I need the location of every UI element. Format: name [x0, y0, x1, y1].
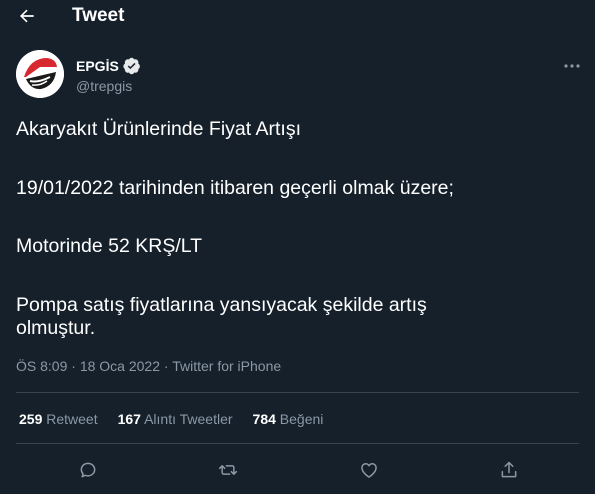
reply-icon — [80, 462, 96, 478]
quotes-count: 167 — [117, 411, 141, 427]
arrow-left-icon — [20, 9, 34, 23]
reply-button[interactable] — [73, 455, 103, 485]
retweets-stat[interactable]: 259 Retweet — [19, 411, 98, 427]
like-button[interactable] — [354, 455, 384, 485]
avatar[interactable] — [16, 50, 64, 98]
tweet-time[interactable]: ÖS 8:09 — [16, 358, 67, 374]
more-options-button[interactable] — [558, 56, 586, 76]
tweet-line: Pompa satış fiyatlarına yansıyacak şekil… — [16, 293, 427, 316]
divider — [16, 392, 579, 393]
divider — [16, 443, 579, 444]
share-button[interactable] — [494, 455, 524, 485]
tweet-line: Akaryakıt Ürünlerinde Fiyat Artışı — [16, 118, 302, 140]
tweet-actions — [0, 455, 595, 485]
user-handle[interactable]: @trepgis — [76, 78, 132, 94]
tweet-line: olmuştur. — [16, 317, 96, 339]
retweet-button[interactable] — [213, 455, 243, 485]
likes-label: Beğeni — [279, 411, 324, 427]
likes-stat[interactable]: 784 Beğeni — [253, 411, 324, 427]
display-name-row[interactable]: EPGİS — [76, 57, 141, 75]
verified-badge-icon — [123, 57, 140, 75]
like-icon — [361, 463, 377, 478]
likes-count: 784 — [252, 411, 276, 427]
retweets-count: 259 — [19, 411, 43, 427]
tweet-line: 19/01/2022 tarihinden itibaren geçerli o… — [16, 176, 454, 199]
tweet-source[interactable]: Twitter for iPhone — [172, 358, 281, 374]
tweet-date[interactable]: 18 Oca 2022 — [80, 358, 160, 374]
retweets-label: Retweet — [46, 411, 98, 427]
page-title: Tweet — [72, 5, 125, 26]
top-bar: Tweet — [0, 0, 595, 33]
quotes-stat[interactable]: 167 Alıntı Tweetler — [118, 411, 233, 427]
meta-separator: · — [71, 358, 76, 374]
display-name[interactable]: EPGİS — [76, 58, 119, 74]
retweet-icon — [218, 465, 238, 475]
tweet-line: Motorinde 52 KRŞ/LT — [16, 235, 203, 257]
meta-separator: · — [163, 358, 169, 374]
share-icon — [501, 461, 517, 478]
tweet-author: EPGİS @trepgis — [16, 50, 586, 100]
tweet-text: Akaryakıt Ürünlerinde Fiyat Artışı 19/01… — [16, 118, 576, 341]
more-horizontal-icon — [564, 64, 580, 68]
quotes-label: Alıntı Tweetler — [144, 411, 233, 427]
epgis-logo-icon — [16, 50, 64, 98]
tweet-metadata: ÖS 8:09 · 18 Oca 2022 · Twitter for iPho… — [16, 358, 281, 374]
back-button[interactable] — [12, 2, 42, 30]
engagement-stats: 259 Retweet 167 Alıntı Tweetler 784 Beğe… — [19, 411, 343, 427]
